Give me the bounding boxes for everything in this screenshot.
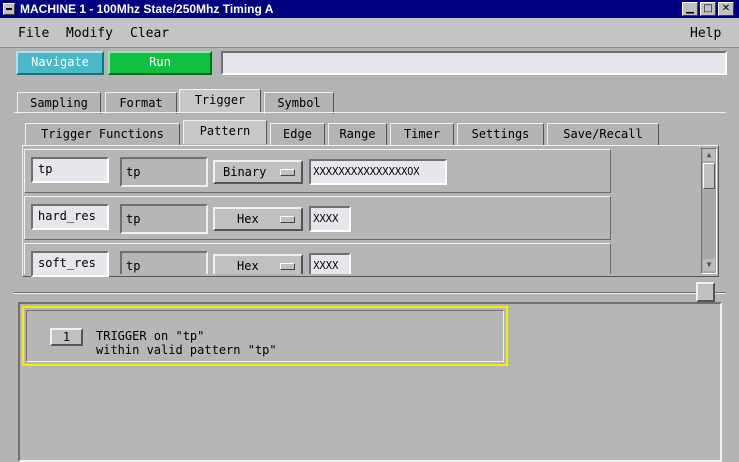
dropdown-indicator-icon [280, 263, 295, 270]
base-dropdown[interactable]: Hex [213, 207, 303, 231]
scroll-down-icon[interactable]: ▼ [703, 259, 715, 271]
trigger-step-line2: within valid pattern "tp" [96, 343, 277, 357]
tab-trigger[interactable]: Trigger [179, 89, 261, 113]
pattern-label-field[interactable]: hard_res [31, 204, 109, 230]
base-dropdown-value: Hex [237, 212, 259, 226]
trigger-step-box[interactable] [22, 306, 508, 366]
maximize-icon: □ [703, 3, 713, 14]
tab-sampling[interactable]: Sampling [17, 92, 101, 114]
menu-bar: File Modify Clear Help [0, 18, 739, 48]
scroll-up-icon[interactable]: ▲ [703, 149, 715, 161]
menu-clear[interactable]: Clear [130, 26, 169, 41]
minimize-icon: ▁ [686, 3, 694, 14]
window-title: MACHINE 1 - 100Mhz State/250Mhz Timing A [20, 2, 274, 16]
pattern-value-field[interactable]: XXXX [309, 206, 351, 232]
tab-trigger-functions[interactable]: Trigger Functions [25, 123, 180, 145]
close-button[interactable]: ✕ [718, 2, 734, 16]
base-dropdown[interactable]: Hex [213, 254, 303, 274]
tab-symbol[interactable]: Symbol [264, 92, 334, 114]
pattern-name-field[interactable]: tp [120, 251, 208, 274]
splitter-handle[interactable] [696, 282, 715, 302]
dropdown-indicator-icon [280, 169, 295, 176]
scroll-thumb[interactable] [703, 163, 715, 189]
status-field [221, 51, 727, 75]
title-bar: MACHINE 1 - 100Mhz State/250Mhz Timing A… [0, 0, 739, 18]
tab-pattern[interactable]: Pattern [183, 120, 267, 144]
base-dropdown-value: Hex [237, 259, 259, 273]
pattern-name-field[interactable]: tp [120, 157, 208, 187]
sequence-step-button[interactable]: 1 [50, 328, 83, 346]
tab-edge[interactable]: Edge [270, 123, 325, 145]
pattern-label-field[interactable]: soft_res [31, 251, 109, 277]
menu-help[interactable]: Help [690, 26, 721, 41]
vertical-scrollbar[interactable]: ▲ ▼ [701, 148, 717, 274]
pattern-label-field[interactable]: tp [31, 157, 109, 183]
tab-panel-main [14, 112, 726, 122]
dropdown-indicator-icon [280, 216, 295, 223]
pattern-value-field[interactable]: XXXX [309, 253, 351, 274]
maximize-button[interactable]: □ [700, 2, 716, 16]
pattern-name-field[interactable]: tp [120, 204, 208, 234]
system-menu-icon[interactable] [3, 3, 15, 15]
menu-file[interactable]: File [18, 26, 49, 41]
tab-save-recall[interactable]: Save/Recall [547, 123, 659, 145]
navigate-button[interactable]: Navigate [16, 51, 104, 75]
run-button[interactable]: Run [108, 51, 212, 75]
base-dropdown-value: Binary [223, 165, 267, 179]
pane-splitter[interactable] [14, 292, 726, 294]
tab-format[interactable]: Format [105, 92, 177, 114]
tab-settings[interactable]: Settings [457, 123, 544, 145]
pattern-value-field[interactable]: XXXXXXXXXXXXXXX0X [309, 159, 447, 185]
tab-range[interactable]: Range [328, 123, 387, 145]
menu-modify[interactable]: Modify [66, 26, 113, 41]
base-dropdown[interactable]: Binary [213, 160, 303, 184]
trigger-step-line1: TRIGGER on "tp" [96, 329, 205, 343]
minimize-button[interactable]: ▁ [682, 2, 698, 16]
tab-timer[interactable]: Timer [390, 123, 454, 145]
close-icon: ✕ [721, 3, 731, 14]
